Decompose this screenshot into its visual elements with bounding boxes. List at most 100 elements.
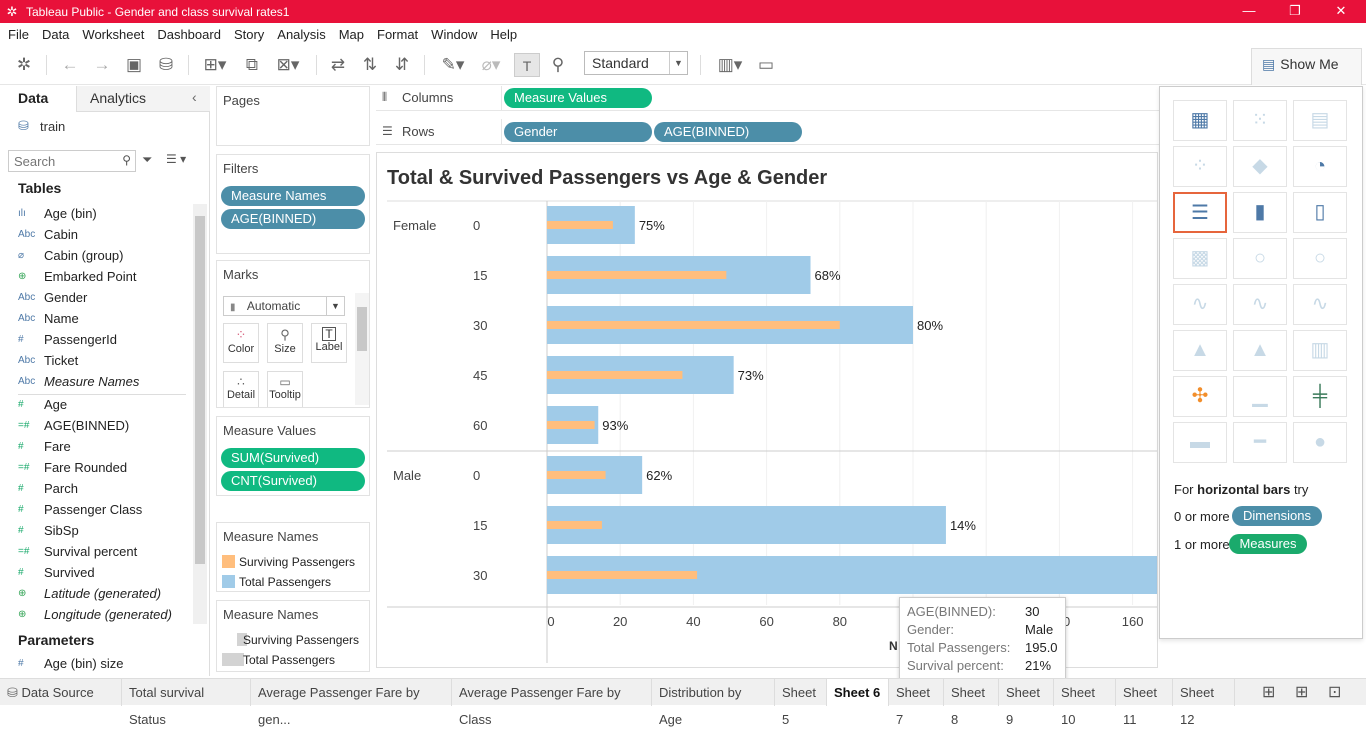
show-me-area-discrete-icon[interactable]: ▲ — [1233, 330, 1287, 371]
show-me-side-by-side-bars-icon[interactable]: ▯ — [1293, 192, 1347, 233]
show-me-bullet-graph-icon[interactable]: ━ — [1233, 422, 1287, 463]
collapse-pane-icon[interactable]: ‹ — [192, 89, 197, 105]
sheet-tab[interactable]: Sheet 7 — [889, 679, 944, 727]
menu-story[interactable]: Story — [234, 27, 264, 42]
show-me-packed-bubbles-icon[interactable]: ● — [1293, 422, 1347, 463]
filters-card[interactable]: Filters Measure Names AGE(BINNED) — [216, 154, 370, 254]
save-icon[interactable]: ▣ — [122, 53, 146, 77]
sheet-tab[interactable]: Average Passenger Fare by gen... — [251, 679, 452, 727]
show-me-scatter-plot-icon[interactable]: ✣ — [1173, 376, 1227, 417]
menu-help[interactable]: Help — [490, 27, 517, 42]
show-me-text-table-icon[interactable]: ▦ — [1173, 100, 1227, 141]
show-me-discrete-lines-icon[interactable]: ∿ — [1233, 284, 1287, 325]
sheet-tab[interactable]: Sheet 5 — [775, 679, 827, 727]
worksheet-view[interactable]: Total & Survived Passengers vs Age & Gen… — [376, 152, 1158, 668]
measure-field-item[interactable]: ⊕ Longitude (generated) — [18, 605, 172, 623]
show-me-dual-lines-icon[interactable]: ∿ — [1293, 284, 1347, 325]
sheet-tab[interactable]: Sheet 12 — [1173, 679, 1235, 727]
measure-field-item[interactable]: =# Survival percent — [18, 542, 137, 560]
data-source-item[interactable]: ⛁ train — [18, 118, 65, 134]
measure-values-card[interactable]: Measure Values SUM(Survived) CNT(Survive… — [216, 416, 370, 496]
measure-field-item[interactable]: # Survived — [18, 563, 95, 581]
sheet-tab[interactable]: Sheet 8 — [944, 679, 999, 727]
detail-button[interactable]: ∴ Detail — [223, 371, 259, 407]
dimension-field-item[interactable]: ılı Age (bin) — [18, 204, 97, 222]
mark-type-dropdown[interactable]: ▮ Automatic ▼ — [223, 296, 345, 316]
tab-analytics[interactable]: Analytics — [90, 90, 146, 106]
dimension-field-item[interactable]: ⌀ Cabin (group) — [18, 246, 124, 264]
sort-descending-icon[interactable]: ⇵ — [390, 53, 414, 77]
show-me-stacked-bars-icon[interactable]: ▮ — [1233, 192, 1287, 233]
new-story-icon[interactable]: ⊡ — [1328, 682, 1341, 702]
tab-data-source[interactable]: ⛁ Data Source — [0, 679, 122, 706]
show-me-circle-views-icon[interactable]: ○ — [1233, 238, 1287, 279]
marks-scrollbar[interactable] — [355, 293, 369, 405]
pages-card[interactable]: Pages — [216, 86, 370, 146]
redo-icon[interactable]: → — [90, 53, 114, 77]
menu-map[interactable]: Map — [339, 27, 364, 42]
show-me-gantt-icon[interactable]: ▬ — [1173, 422, 1227, 463]
undo-icon[interactable]: ← — [58, 53, 82, 77]
show-me-highlight-table-icon[interactable]: ▤ — [1293, 100, 1347, 141]
measure-field-item[interactable]: # Passenger Class — [18, 500, 142, 518]
presentation-mode-icon[interactable]: ▭ — [754, 53, 778, 77]
measure-field-item[interactable]: =# Fare Rounded — [18, 458, 127, 476]
show-cards-icon[interactable]: ▥▾ — [712, 53, 748, 77]
measure-pill-cnt-survived[interactable]: CNT(Survived) — [221, 471, 365, 491]
new-worksheet-icon[interactable]: ⊞▾ — [198, 53, 232, 77]
show-me-pie-chart-icon[interactable]: ◔ — [1293, 146, 1347, 187]
sheet-tab[interactable]: Sheet 9 — [999, 679, 1054, 727]
size-button[interactable]: ⚲ Size — [267, 323, 303, 363]
measure-field-item[interactable]: # Age — [18, 395, 67, 413]
menu-data[interactable]: Data — [42, 27, 69, 42]
sheet-tab[interactable]: Sheet 6 — [827, 679, 889, 706]
menu-worksheet[interactable]: Worksheet — [82, 27, 144, 42]
close-icon[interactable]: ✕ — [1318, 0, 1364, 23]
clear-sheet-icon[interactable]: ⊠▾ — [270, 53, 306, 77]
sheet-tab[interactable]: Distribution by Age — [652, 679, 775, 727]
menu-window[interactable]: Window — [431, 27, 477, 42]
new-dashboard-icon[interactable]: ⊞ — [1295, 682, 1308, 702]
rows-pill-gender[interactable]: Gender — [504, 122, 652, 142]
view-options-icon[interactable]: ☰ ▾ — [166, 152, 186, 166]
dimension-field-item[interactable]: Abc Ticket — [18, 351, 78, 369]
duplicate-sheet-icon[interactable]: ⧉ — [240, 53, 264, 77]
show-me-side-by-side-circles-icon[interactable]: ○ — [1293, 238, 1347, 279]
scrollbar-thumb[interactable] — [357, 307, 367, 351]
highlight-icon[interactable]: ✎▾ — [436, 53, 470, 77]
measure-field-item[interactable]: =# AGE(BINNED) — [18, 416, 129, 434]
show-me-continuous-lines-icon[interactable]: ∿ — [1173, 284, 1227, 325]
dimension-field-item[interactable]: Abc Measure Names — [18, 372, 139, 390]
menu-format[interactable]: Format — [377, 27, 418, 42]
show-me-box-and-whisker-icon[interactable]: ╪ — [1293, 376, 1347, 417]
columns-shelf[interactable]: ⫴ Columns Measure Values — [376, 86, 1162, 111]
dimension-field-item[interactable]: ⊕ Embarked Point — [18, 267, 137, 285]
measure-pill-sum-survived[interactable]: SUM(Survived) — [221, 448, 365, 468]
field-list-scrollbar[interactable] — [193, 204, 207, 624]
show-me-treemap-icon[interactable]: ▩ — [1173, 238, 1227, 279]
fit-dropdown[interactable]: Standard ▼ — [584, 51, 688, 75]
field-item[interactable]: # Age (bin) size — [18, 654, 123, 672]
show-me-button[interactable]: ▤ Show Me — [1251, 48, 1362, 85]
dimension-field-item[interactable]: Abc Name — [18, 309, 79, 327]
show-me-area-continuous-icon[interactable]: ▲ — [1173, 330, 1227, 371]
filter-pill-measure-names[interactable]: Measure Names — [221, 186, 365, 206]
show-me-heat-map-icon[interactable]: ⁙ — [1233, 100, 1287, 141]
measure-field-item[interactable]: # Parch — [18, 479, 78, 497]
rows-shelf[interactable]: ☰ Rows Gender AGE(BINNED) — [376, 119, 1162, 145]
swap-rows-columns-icon[interactable]: ⇄ — [326, 53, 350, 77]
new-data-source-icon[interactable]: ⛁ — [154, 53, 178, 77]
filter-icon[interactable]: ⏷ — [142, 152, 152, 168]
sheet-tab[interactable]: Sheet 11 — [1116, 679, 1173, 727]
measure-field-item[interactable]: # SibSp — [18, 521, 79, 539]
rows-pill-age-binned[interactable]: AGE(BINNED) — [654, 122, 802, 142]
menu-analysis[interactable]: Analysis — [277, 27, 325, 42]
show-me-symbol-map-icon[interactable]: ⁘ — [1173, 146, 1227, 187]
color-button[interactable]: ⁘ Color — [223, 323, 259, 363]
dimension-field-item[interactable]: Abc Gender — [18, 288, 87, 306]
tableau-icon[interactable]: ✲ — [12, 53, 36, 77]
marks-card[interactable]: Marks ▮ Automatic ▼ ⁘ Color ⚲ Size T Lab… — [216, 260, 370, 408]
menu-dashboard[interactable]: Dashboard — [157, 27, 221, 42]
restore-icon[interactable]: ❐ — [1272, 0, 1318, 23]
dimension-field-item[interactable]: # PassengerId — [18, 330, 117, 348]
